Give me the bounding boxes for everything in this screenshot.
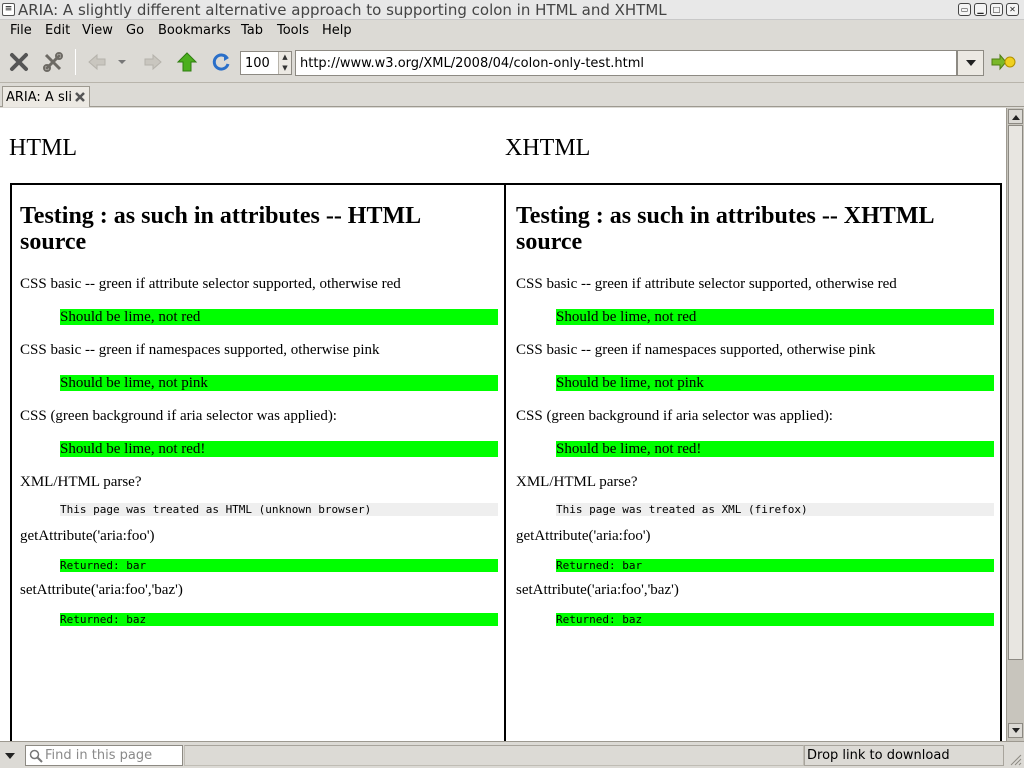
tab-strip: ARIA: A sli	[0, 84, 1024, 107]
close-window-icon[interactable]: ✕	[1006, 3, 1019, 16]
scroll-up-icon[interactable]	[1008, 109, 1023, 124]
status-progress-area	[184, 745, 804, 766]
search-icon	[29, 749, 43, 763]
frames-container: Testing : as such in attributes -- HTML …	[10, 183, 1002, 741]
window-title: ARIA: A slightly different alternative a…	[18, 1, 667, 19]
xhtml-frame: Testing : as such in attributes -- XHTML…	[508, 185, 1000, 741]
html-frame-title: Testing : as such in attributes -- HTML …	[20, 203, 420, 255]
menu-tab[interactable]: Tab	[241, 22, 263, 39]
css-aria-test-result: Should be lime, not red!	[60, 441, 498, 457]
css-namespace-test-label: CSS basic -- green if namespaces support…	[516, 342, 876, 358]
css-aria-test-result: Should be lime, not red!	[556, 441, 994, 457]
menu-help[interactable]: Help	[322, 22, 352, 39]
find-box[interactable]	[25, 745, 183, 766]
css-attribute-test-label: CSS basic -- green if attribute selector…	[516, 276, 897, 292]
minimize-window-icon[interactable]: ▁	[974, 3, 987, 16]
css-attribute-test-result: Should be lime, not red	[556, 309, 994, 325]
url-dropdown-icon[interactable]	[957, 50, 984, 76]
menu-view[interactable]: View	[82, 22, 113, 39]
css-aria-test-label: CSS (green background if aria selector w…	[516, 408, 833, 424]
vertical-scrollbar[interactable]	[1006, 108, 1024, 741]
css-namespace-test-label: CSS basic -- green if namespaces support…	[20, 342, 380, 358]
setattribute-test-result: Returned: baz	[556, 613, 994, 626]
scrollbar-thumb[interactable]	[1008, 125, 1023, 660]
html-heading: HTML	[9, 135, 77, 161]
menu-edit[interactable]: Edit	[45, 22, 70, 39]
css-namespace-test-result: Should be lime, not pink	[556, 375, 994, 391]
navigation-toolbar: ▲▼	[0, 41, 1024, 83]
parse-test-result: This page was treated as HTML (unknown b…	[60, 503, 498, 516]
menu-bar: File Edit View Go Bookmarks Tab Tools He…	[0, 20, 1024, 41]
maximize-window-icon[interactable]: □	[990, 3, 1003, 16]
tab-label: ARIA: A sli	[6, 90, 72, 105]
url-bar[interactable]	[295, 50, 957, 76]
scroll-down-icon[interactable]	[1008, 723, 1023, 738]
resize-grip-icon[interactable]	[1006, 750, 1022, 766]
getattribute-test-label: getAttribute('aria:foo')	[516, 528, 651, 544]
status-text: Drop link to download	[804, 745, 1004, 766]
getattribute-test-label: getAttribute('aria:foo')	[20, 528, 155, 544]
go-icon[interactable]	[990, 49, 1016, 75]
page-content: HTML XHTML Testing : as such in attribut…	[0, 108, 1006, 741]
css-aria-test-label: CSS (green background if aria selector w…	[20, 408, 337, 424]
setattribute-test-label: setAttribute('aria:foo','baz')	[516, 582, 679, 598]
find-input[interactable]	[45, 746, 181, 765]
parse-test-label: XML/HTML parse?	[516, 474, 638, 490]
shade-window-icon[interactable]: ▭	[958, 3, 971, 16]
reload-icon[interactable]	[208, 49, 234, 75]
close-tab-icon[interactable]	[73, 90, 87, 104]
toolbar-separator	[75, 49, 76, 75]
zoom-input[interactable]	[241, 52, 277, 74]
status-bar: Drop link to download	[0, 741, 1024, 768]
zoom-spin-arrows-icon[interactable]: ▲ ▼	[278, 52, 291, 74]
html-frame: Testing : as such in attributes -- HTML …	[12, 185, 506, 741]
find-bar-toggle-icon[interactable]	[2, 747, 18, 765]
xhtml-heading: XHTML	[505, 135, 591, 161]
history-dropdown-icon[interactable]	[112, 49, 132, 75]
setattribute-test-label: setAttribute('aria:foo','baz')	[20, 582, 183, 598]
forward-icon[interactable]	[140, 49, 166, 75]
tools-icon[interactable]	[40, 49, 66, 75]
css-attribute-test-result: Should be lime, not red	[60, 309, 498, 325]
css-attribute-test-label: CSS basic -- green if attribute selector…	[20, 276, 401, 292]
stop-icon[interactable]	[6, 49, 32, 75]
menu-bookmarks[interactable]: Bookmarks	[158, 22, 231, 39]
back-icon[interactable]	[84, 49, 110, 75]
home-up-icon[interactable]	[174, 49, 200, 75]
xhtml-frame-title: Testing : as such in attributes -- XHTML…	[516, 203, 934, 255]
getattribute-test-result: Returned: bar	[556, 559, 994, 572]
zoom-stepper[interactable]: ▲▼	[240, 51, 292, 75]
url-input[interactable]	[296, 51, 956, 75]
parse-test-label: XML/HTML parse?	[20, 474, 142, 490]
css-namespace-test-result: Should be lime, not pink	[60, 375, 498, 391]
menu-file[interactable]: File	[10, 22, 32, 39]
getattribute-test-result: Returned: bar	[60, 559, 498, 572]
title-bar: ≡ ARIA: A slightly different alternative…	[0, 0, 1024, 20]
tab-current[interactable]: ARIA: A sli	[2, 86, 90, 107]
menu-go[interactable]: Go	[126, 22, 144, 39]
menu-tools[interactable]: Tools	[277, 22, 309, 39]
parse-test-result: This page was treated as XML (firefox)	[556, 503, 994, 516]
setattribute-test-result: Returned: baz	[60, 613, 498, 626]
window-menu-icon[interactable]: ≡	[2, 3, 15, 16]
